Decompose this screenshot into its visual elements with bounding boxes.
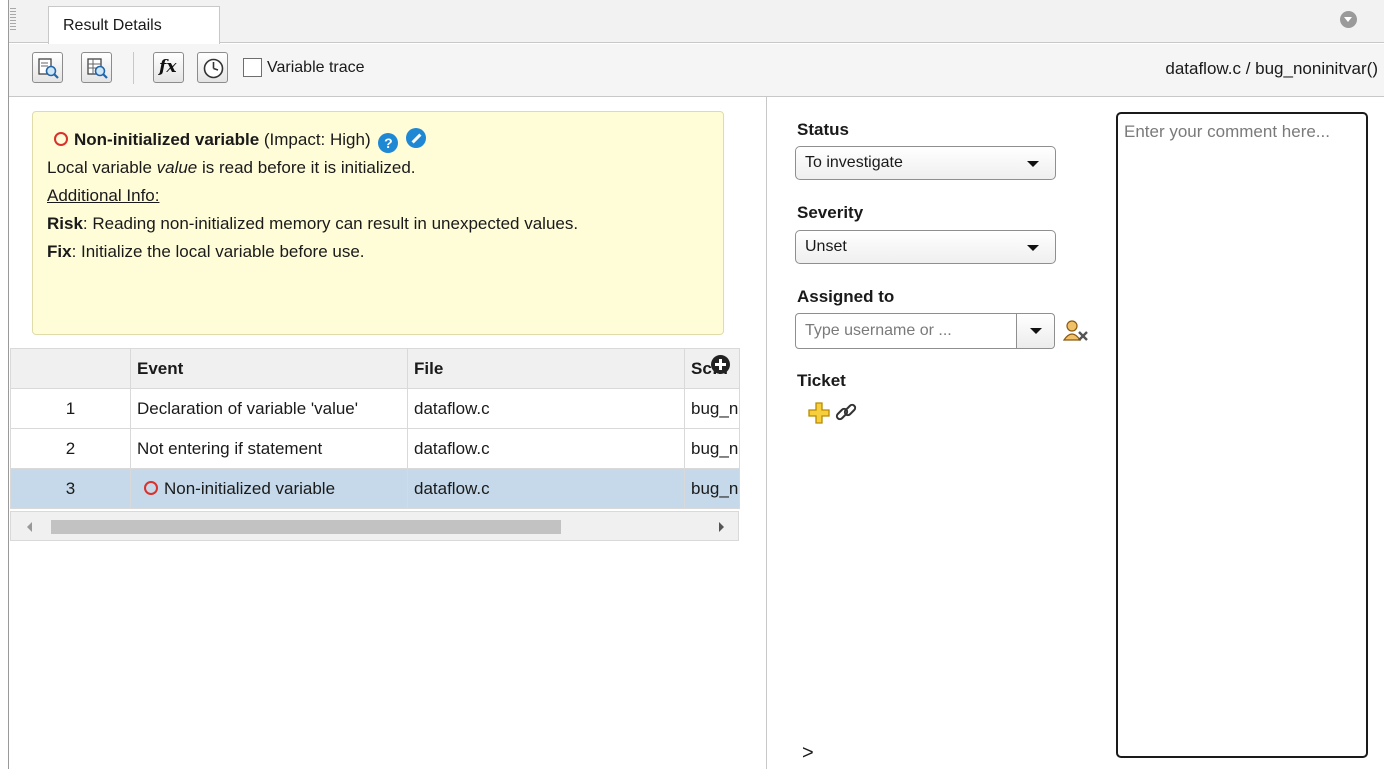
desc-suffix: is read before it is initialized. <box>197 158 416 177</box>
assigned-to-label: Assigned to <box>797 287 895 306</box>
function-fx-icon: fx <box>159 57 177 77</box>
fix-text: Fix: Initialize the local variable befor… <box>47 238 723 266</box>
column-header-index[interactable] <box>10 348 131 389</box>
document-search-icon <box>38 58 59 79</box>
history-button[interactable] <box>197 52 228 83</box>
desc-prefix: Local variable <box>47 158 157 177</box>
desc-variable: value <box>156 158 198 177</box>
table-row[interactable]: 1 Declaration of variable 'value' datafl… <box>10 388 740 429</box>
red-circle-status-icon <box>54 132 68 146</box>
scope-cell: bug_noninitvar() <box>684 428 740 469</box>
event-cell: Declaration of variable 'value' <box>130 388 408 429</box>
event-text: Non-initialized variable <box>164 478 336 498</box>
status-dropdown[interactable]: To investigate <box>795 146 1056 180</box>
result-description: Local variable value is read before it i… <box>47 154 723 182</box>
pane-divider[interactable] <box>766 97 767 769</box>
chevron-down-icon <box>1027 245 1039 251</box>
frame-border <box>8 0 9 769</box>
table-row[interactable]: 2 Not entering if statement dataflow.c b… <box>10 428 740 469</box>
row-number: 2 <box>10 428 131 469</box>
link-icon[interactable] <box>834 401 858 425</box>
additional-info-link[interactable]: Additional Info: <box>47 182 723 210</box>
column-header-event[interactable]: Event <box>130 348 408 389</box>
scroll-left-arrow-icon[interactable] <box>27 522 32 532</box>
tab-result-details[interactable]: Result Details <box>48 6 220 44</box>
add-column-icon[interactable] <box>711 355 730 374</box>
scrollbar-thumb[interactable] <box>51 520 561 534</box>
help-icon[interactable]: ? <box>378 133 399 153</box>
assigned-to-dropdown-button[interactable] <box>1016 314 1054 348</box>
assigned-to-combobox[interactable] <box>795 313 1055 349</box>
location-breadcrumb: dataflow.c / bug_noninitvar() <box>1165 59 1378 78</box>
table-header-row: Event File Scope <box>10 348 740 389</box>
scroll-right-arrow-icon[interactable] <box>719 522 724 532</box>
horizontal-scrollbar[interactable] <box>10 511 739 541</box>
table-row-selected[interactable]: 3 Non-initialized variable dataflow.c bu… <box>10 468 740 509</box>
clock-icon <box>203 58 224 79</box>
table-search-icon <box>87 58 108 79</box>
result-title: Non-initialized variable <box>74 130 260 149</box>
fix-body: : Initialize the local variable before u… <box>71 242 365 261</box>
risk-text: Risk: Reading non-initialized memory can… <box>47 210 697 238</box>
risk-label: Risk <box>47 214 83 233</box>
toolbar-separator <box>133 52 134 84</box>
risk-body: : Reading non-initialized memory can res… <box>82 214 579 233</box>
function-button[interactable]: fx <box>153 52 184 83</box>
status-value: To investigate <box>805 154 903 171</box>
tab-label: Result Details <box>63 17 162 34</box>
result-impact: (Impact: High) <box>259 130 371 149</box>
show-in-source-button[interactable] <box>32 52 63 83</box>
column-header-file[interactable]: File <box>407 348 685 389</box>
panel-grip-handle[interactable] <box>10 8 16 32</box>
toolbar: fx Variable trace dataflow.c / bug_nonin… <box>9 44 1384 97</box>
red-circle-status-icon <box>144 480 158 495</box>
result-info-panel: Non-initialized variable (Impact: High) … <box>32 111 724 335</box>
show-in-results-button[interactable] <box>81 52 112 83</box>
status-label: Status <box>797 120 849 139</box>
fix-label: Fix <box>47 242 72 261</box>
severity-dropdown[interactable]: Unset <box>795 230 1056 264</box>
assigned-to-input[interactable] <box>797 315 1013 347</box>
result-title-line: Non-initialized variable (Impact: High) … <box>47 126 723 154</box>
add-ticket-icon[interactable] <box>808 402 830 424</box>
row-number: 3 <box>10 468 131 509</box>
panel-menu-icon[interactable] <box>1340 11 1357 28</box>
comment-textarea[interactable] <box>1116 112 1368 758</box>
file-cell: dataflow.c <box>407 468 685 509</box>
severity-value: Unset <box>805 238 847 255</box>
events-table: Event File Scope 1 Declaration of variab… <box>10 348 740 509</box>
chevron-down-icon <box>1027 161 1039 167</box>
event-cell: Not entering if statement <box>130 428 408 469</box>
scope-cell: bug_noninitvar() <box>684 468 740 509</box>
tab-strip: Result Details <box>9 0 1384 44</box>
row-number: 1 <box>10 388 131 429</box>
variable-trace-label: Variable trace <box>267 59 365 76</box>
chevron-right-icon[interactable]: > <box>802 742 814 765</box>
severity-label: Severity <box>797 203 864 222</box>
file-cell: dataflow.c <box>407 388 685 429</box>
remove-user-icon[interactable] <box>1062 318 1090 344</box>
scope-cell: bug_noninitvar() <box>684 388 740 429</box>
variable-trace-checkbox[interactable] <box>243 58 262 77</box>
ticket-label: Ticket <box>797 371 846 390</box>
event-cell: Non-initialized variable <box>130 468 408 509</box>
file-cell: dataflow.c <box>407 428 685 469</box>
wrench-icon[interactable] <box>406 128 427 148</box>
